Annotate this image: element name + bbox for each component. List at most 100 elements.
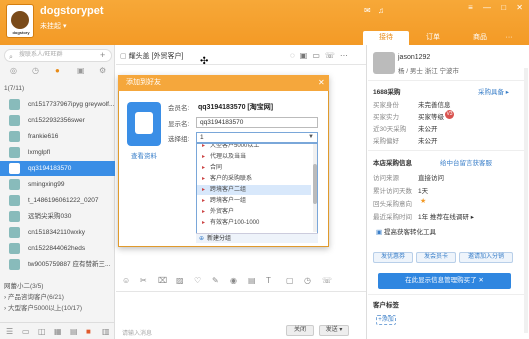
- group-item[interactable]: › 产品咨询客户(6/21): [4, 291, 64, 301]
- row-value: 买家等级: [418, 114, 444, 121]
- customer-name[interactable]: jason1292: [398, 54, 430, 61]
- phone-icon[interactable]: ☏: [325, 51, 340, 60]
- dropdown-option-highlighted[interactable]: ▸ 跨境客户二组: [197, 185, 311, 195]
- header-toolbar: ✉ ♫: [364, 6, 404, 16]
- row-label: 近30天采购: [373, 126, 407, 133]
- add-button[interactable]: +: [100, 50, 105, 60]
- row-label: 累计访问天数: [373, 188, 412, 195]
- panel-scrollbar[interactable]: [524, 68, 528, 333]
- phone-icon[interactable]: ☏: [322, 276, 332, 285]
- list-item[interactable]: 远销尖采购030: [0, 209, 115, 224]
- coupon-button[interactable]: 发优惠券: [373, 252, 413, 263]
- customer-location: 杨 / 男士 浙江 宁波市: [398, 68, 460, 75]
- distribution-button[interactable]: 邀请加入分销: [459, 252, 513, 263]
- coupon-icon[interactable]: ♡: [194, 276, 201, 285]
- scissors-icon[interactable]: ⌧: [158, 276, 167, 285]
- add-tag-button[interactable]: +添加: [376, 315, 396, 325]
- list-item[interactable]: cn1522932356swer: [0, 113, 115, 128]
- list-item[interactable]: smingxing99: [0, 177, 115, 192]
- history-icon[interactable]: ◷: [304, 276, 311, 285]
- view-profile-link[interactable]: 查看资料: [131, 150, 157, 160]
- display-label: 显示名:: [168, 121, 190, 128]
- divider: [368, 294, 526, 295]
- group-item[interactable]: › 大型客户5000以上(10/17): [4, 302, 82, 312]
- more-icon[interactable]: ▥: [102, 327, 110, 336]
- logo-text: dogstory: [12, 30, 30, 35]
- video-icon[interactable]: ▭: [312, 51, 325, 60]
- dropdown-option[interactable]: ▸ 客户的采购联系: [197, 174, 311, 184]
- message-icon[interactable]: ✉: [364, 6, 371, 15]
- list-item[interactable]: lxmglpfl: [0, 145, 115, 160]
- search-icon: ⌕: [9, 54, 13, 61]
- clock-icon[interactable]: ◷: [32, 66, 39, 75]
- group-dropdown: ▸ 大型客户5000以上 ▸ 代理以及当当 ▸ 合同 ▸ 客户的采购联系 ▸ 跨境客户二组…: [196, 143, 318, 243]
- new-group-button[interactable]: ⊕ 新建分组: [196, 233, 318, 243]
- sidebar-bottom-bar: ☰ ▭ ◫ ▦ ▤ ■ ▥: [0, 322, 115, 339]
- emoji-icon[interactable]: ☺: [122, 276, 130, 285]
- list-item[interactable]: frankie616: [0, 129, 115, 144]
- group-icon[interactable]: ▣: [77, 66, 85, 75]
- chat-toolbar: ☺ ✂ ⌧ ▨ ♡ ✎ ◉ ▤ T ▢ ◷ ☏: [116, 276, 366, 290]
- row-value: 1天: [418, 188, 429, 195]
- close-icon[interactable]: ✕: [318, 78, 325, 87]
- text-icon[interactable]: T: [266, 276, 271, 285]
- send-button[interactable]: 发送 ▾: [319, 325, 349, 336]
- settings-icon[interactable]: ⚙: [99, 66, 106, 75]
- cut-icon[interactable]: ✂: [140, 276, 147, 285]
- image-icon[interactable]: ▨: [176, 276, 184, 285]
- chat-icon[interactable]: ▭: [22, 327, 30, 336]
- voice-icon[interactable]: ◉: [230, 276, 237, 285]
- calendar-icon[interactable]: ▦: [54, 327, 62, 336]
- list-item[interactable]: tw9005759887 应有赞新三...: [0, 257, 115, 272]
- dropdown-option[interactable]: ▸ 代理以及当当: [197, 152, 311, 162]
- edit-icon[interactable]: ✎: [212, 276, 219, 285]
- chevron-down-icon: ▼: [308, 134, 314, 140]
- member-card-button[interactable]: 发会员卡: [416, 252, 456, 263]
- grid-icon[interactable]: ▤: [70, 327, 78, 336]
- more-icon[interactable]: ⋯: [340, 51, 353, 60]
- tool-icon: ▣: [376, 229, 384, 236]
- shop-icon[interactable]: ■: [86, 327, 91, 336]
- mouse-cursor: ✣: [200, 56, 209, 67]
- bell-icon[interactable]: ♫: [378, 6, 384, 15]
- list-item[interactable]: cn1522844062heds: [0, 241, 115, 256]
- tools-label: ▣ 提高获客转化工具: [376, 229, 436, 236]
- star-icon: ★: [420, 198, 427, 205]
- app-icon[interactable]: ◫: [38, 327, 46, 336]
- row-label: 访问来源: [373, 175, 399, 182]
- group-item[interactable]: 网蕾小二(3/5): [4, 280, 43, 290]
- dropdown-option[interactable]: ▸ 外贸客户: [197, 207, 311, 217]
- dropdown-option[interactable]: ▸ 合同: [197, 163, 311, 173]
- search-input[interactable]: ⌕ 搜联系人/旺旺群: [4, 49, 112, 62]
- notification-toast[interactable]: 在此显示信息管理购买了 ✕: [378, 273, 511, 289]
- dropdown-option[interactable]: ▸ 跨境客户一组: [197, 196, 311, 206]
- comment-icon[interactable]: ◌: [290, 51, 300, 60]
- list-item[interactable]: cn1517737967ipyg greywolf...: [0, 97, 115, 112]
- group-header[interactable]: 1(7/11): [4, 85, 24, 92]
- window-controls[interactable]: ≡ — □ ✕: [468, 3, 527, 12]
- purchase-link[interactable]: 采购具备 ▸: [478, 86, 509, 96]
- store-link[interactable]: 给中台留言获客服: [440, 157, 492, 167]
- display-name-field[interactable]: qq3194183570: [196, 117, 318, 128]
- tab-reception[interactable]: 接待: [363, 31, 409, 45]
- recent-icon[interactable]: ◎: [10, 66, 17, 75]
- note-icon[interactable]: ▢: [286, 276, 294, 285]
- plus-icon: ⊕: [199, 236, 205, 242]
- list-item[interactable]: t_1486196061222_0207: [0, 193, 115, 208]
- list-item[interactable]: cn1518342110wxky: [0, 225, 115, 240]
- tab-orders[interactable]: 订单: [410, 31, 456, 45]
- dropdown-option[interactable]: ▸ 有效客户100-1000: [197, 218, 311, 228]
- close-button[interactable]: 关闭: [286, 325, 314, 336]
- dropdown-option[interactable]: ▸ 大型客户5000以上: [197, 144, 311, 151]
- list-item-selected[interactable]: qq3194183570: [0, 161, 115, 176]
- dropdown-scrollbar[interactable]: [313, 144, 317, 232]
- group-select[interactable]: 1 ▼: [196, 132, 318, 143]
- tab-more[interactable]: ···: [497, 31, 521, 45]
- purchase-title: 1688采购: [373, 89, 401, 96]
- contacts-icon[interactable]: ●: [55, 66, 60, 75]
- image-icon[interactable]: ▣: [300, 51, 313, 60]
- file-icon[interactable]: ▤: [248, 276, 256, 285]
- menu-icon[interactable]: ☰: [6, 327, 13, 336]
- status-dropdown[interactable]: 未挂起 ▾: [40, 21, 66, 31]
- row-value: 未完善信息: [418, 102, 451, 109]
